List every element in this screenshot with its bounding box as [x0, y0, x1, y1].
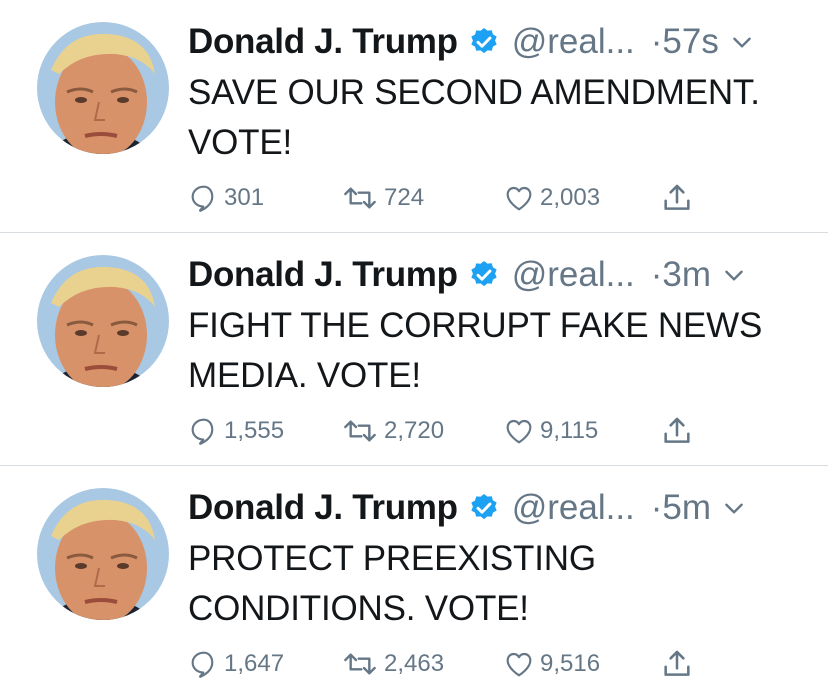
- verified-badge-icon: [468, 259, 500, 291]
- share-icon: [660, 181, 698, 215]
- reply-button[interactable]: 1,647: [188, 644, 284, 684]
- tweet-text-line: VOTE!: [188, 123, 293, 162]
- reply-icon: [188, 415, 224, 447]
- author-name[interactable]: Donald J. Trump: [188, 255, 458, 295]
- retweet-icon: [340, 415, 384, 447]
- like-button[interactable]: 9,115: [502, 411, 598, 451]
- author-name[interactable]: Donald J. Trump: [188, 22, 458, 62]
- tweet-timestamp[interactable]: ·5m: [651, 488, 711, 528]
- author-handle[interactable]: @real...: [512, 22, 635, 62]
- like-count: 9,516: [540, 650, 601, 677]
- tweet-actions: 1,647 2,463 9,516: [188, 644, 708, 684]
- tweet[interactable]: Donald J. Trump @real... ·3m FIGHT THE C…: [0, 233, 828, 466]
- tweet-text: FIGHT THE CORRUPT FAKE NEWS MEDIA. VOTE!: [188, 301, 808, 401]
- chevron-down-icon[interactable]: [729, 29, 755, 55]
- tweet-text: SAVE OUR SECOND AMENDMENT. VOTE!: [188, 68, 808, 168]
- tweet-actions: 1,555 2,720 9,115: [188, 411, 708, 451]
- tweet[interactable]: Donald J. Trump @real... ·57s SAVE OUR S…: [0, 0, 828, 233]
- like-button[interactable]: 9,516: [502, 644, 600, 684]
- author-handle[interactable]: @real...: [512, 255, 635, 295]
- reply-count: 301: [224, 184, 265, 211]
- tweet-text-line: FIGHT THE CORRUPT FAKE NEWS: [188, 306, 763, 345]
- like-count: 2,003: [540, 184, 601, 211]
- heart-icon: [502, 182, 540, 214]
- share-icon: [660, 414, 698, 448]
- tweet-text: PROTECT PREEXISTING CONDITIONS. VOTE!: [188, 534, 808, 634]
- tweet-text-line: PROTECT PREEXISTING: [188, 539, 596, 578]
- retweet-button[interactable]: 724: [340, 178, 424, 218]
- retweet-icon: [340, 182, 384, 214]
- tweet-feed: Donald J. Trump @real... ·57s SAVE OUR S…: [0, 0, 828, 698]
- author-name[interactable]: Donald J. Trump: [188, 488, 458, 528]
- author-handle[interactable]: @real...: [512, 488, 635, 528]
- reply-icon: [188, 648, 224, 680]
- tweet-text-line: MEDIA. VOTE!: [188, 356, 421, 395]
- heart-icon: [502, 648, 540, 680]
- verified-badge-icon: [468, 26, 500, 58]
- tweet[interactable]: Donald J. Trump @real... ·5m PROTECT PRE…: [0, 466, 828, 698]
- verified-badge-icon: [468, 492, 500, 524]
- share-button[interactable]: [660, 411, 698, 451]
- tweet-timestamp[interactable]: ·57s: [651, 22, 719, 62]
- share-button[interactable]: [660, 178, 698, 218]
- reply-button[interactable]: 301: [188, 178, 264, 218]
- retweet-button[interactable]: 2,720: [340, 411, 444, 451]
- tweet-text-line: SAVE OUR SECOND AMENDMENT.: [188, 73, 760, 112]
- like-button[interactable]: 2,003: [502, 178, 600, 218]
- avatar[interactable]: [37, 255, 169, 387]
- reply-icon: [188, 182, 224, 214]
- retweet-count: 724: [384, 184, 425, 211]
- reply-button[interactable]: 1,555: [188, 411, 284, 451]
- tweet-actions: 301 724 2,003: [188, 178, 708, 218]
- avatar[interactable]: [37, 22, 169, 154]
- retweet-icon: [340, 648, 384, 680]
- tweet-text-line: CONDITIONS. VOTE!: [188, 589, 529, 628]
- chevron-down-icon[interactable]: [721, 262, 747, 288]
- heart-icon: [502, 415, 540, 447]
- retweet-button[interactable]: 2,463: [340, 644, 444, 684]
- retweet-count: 2,720: [384, 417, 445, 444]
- share-icon: [660, 647, 698, 681]
- like-count: 9,115: [540, 417, 599, 444]
- avatar[interactable]: [37, 488, 169, 620]
- chevron-down-icon[interactable]: [721, 495, 747, 521]
- reply-count: 1,555: [224, 417, 285, 444]
- tweet-timestamp[interactable]: ·3m: [651, 255, 711, 295]
- retweet-count: 2,463: [384, 650, 445, 677]
- share-button[interactable]: [660, 644, 698, 684]
- reply-count: 1,647: [224, 650, 285, 677]
